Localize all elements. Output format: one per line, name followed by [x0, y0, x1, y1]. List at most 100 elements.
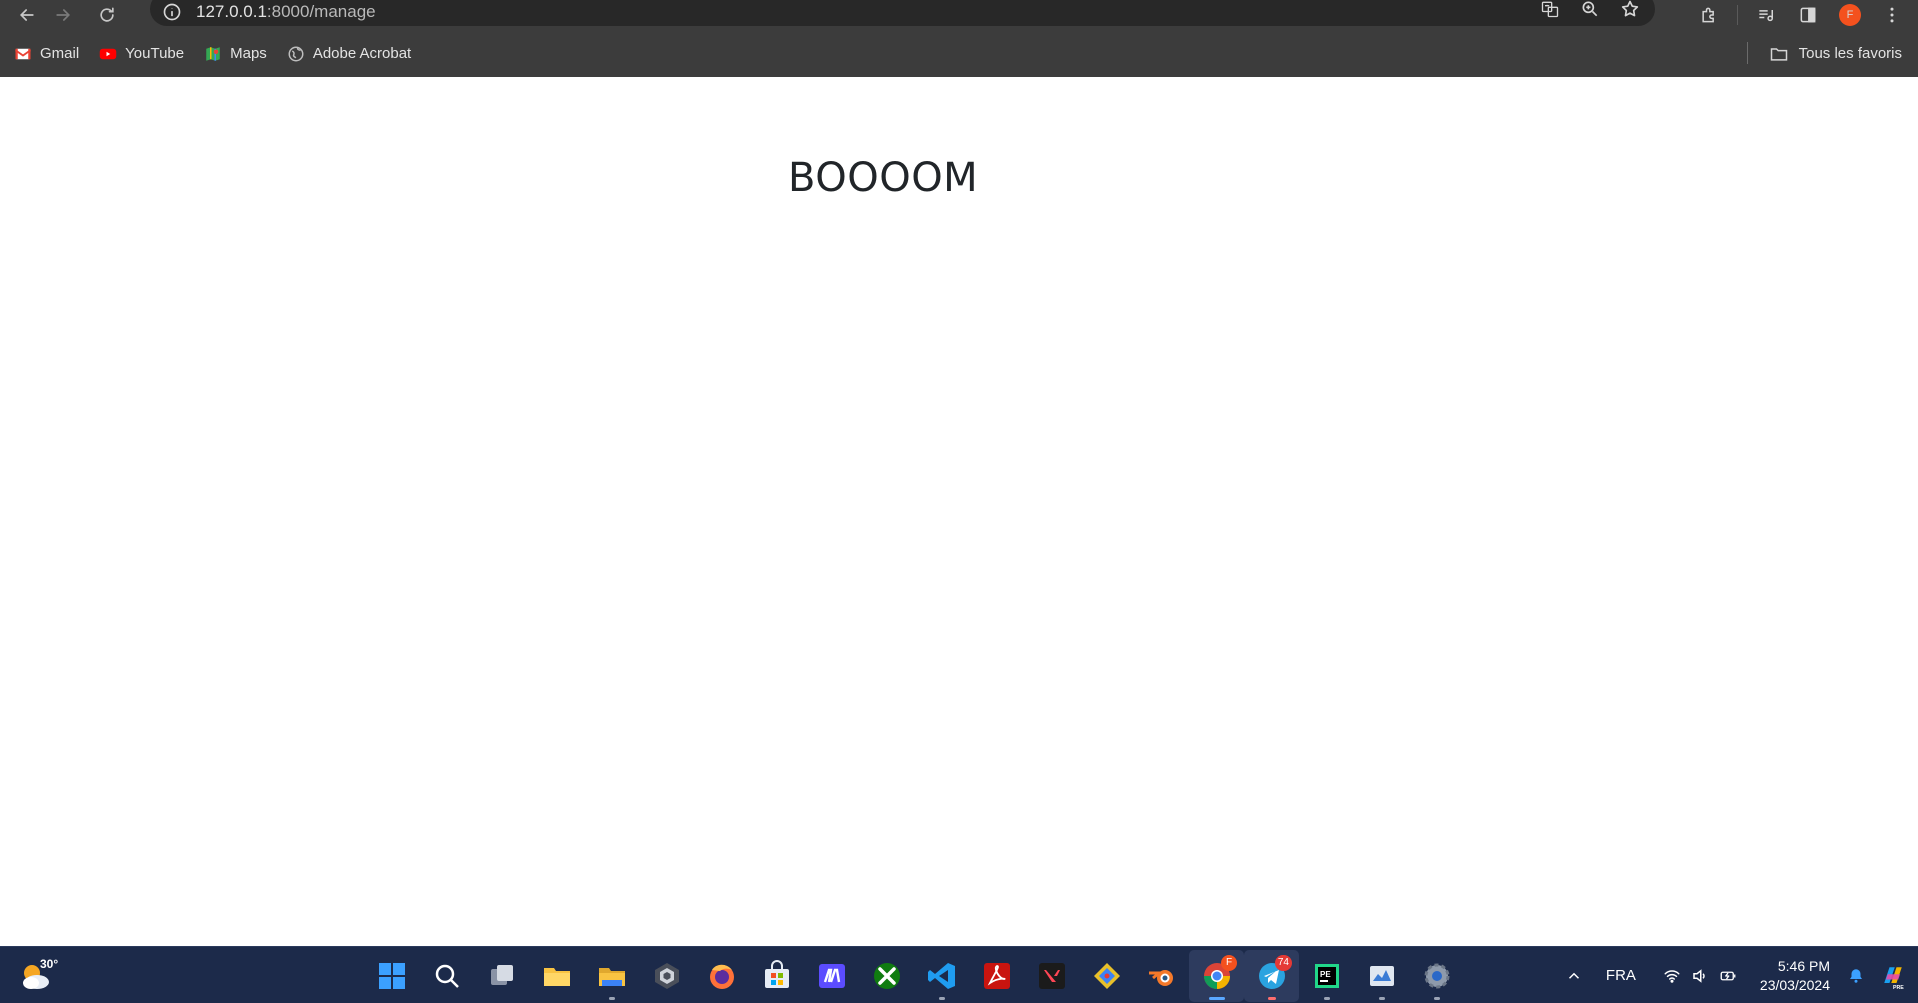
bookmark-adobe-acrobat[interactable]: Adobe Acrobat [287, 45, 411, 63]
folder-icon [598, 967, 625, 986]
weather-temperature: 30° [40, 957, 59, 971]
bookmark-label: Maps [230, 45, 267, 62]
media-icon [1759, 10, 1773, 22]
weather-widget[interactable]: 30° [18, 957, 58, 997]
taskbar-apps: F 74 PE [364, 947, 1464, 1003]
bell-icon [1850, 968, 1862, 983]
copilot-button[interactable]: PRE [1876, 962, 1910, 990]
bookmark-star-button[interactable] [1619, 0, 1641, 20]
settings-icon [1424, 963, 1449, 988]
side-panel-button[interactable] [1794, 1, 1822, 29]
xbox-icon [873, 962, 900, 989]
pycharm-icon: PE [1314, 963, 1339, 988]
system-tray: FRA 5:46 PM 23/03/2024 PRE [1560, 947, 1918, 1003]
taskbar-pycharm[interactable]: PE [1299, 950, 1354, 1002]
taskbar-start[interactable] [364, 950, 419, 1002]
star-icon [1621, 0, 1639, 17]
app-m-icon [818, 963, 845, 988]
page-title: BOOOOM [788, 155, 979, 201]
taskbar-task-manager[interactable] [1354, 950, 1409, 1002]
clock-time: 5:46 PM [1777, 957, 1830, 974]
clock[interactable]: 5:46 PM 23/03/2024 [1760, 957, 1830, 995]
youtube-icon [99, 48, 117, 59]
unity-icon [654, 962, 679, 989]
taskbar-vscode[interactable] [914, 950, 969, 1002]
windows-taskbar: 30° F 74 PE FRA 5:46 PM 23/03/2024 PRE [0, 946, 1918, 1003]
vscode-icon [927, 962, 955, 989]
taskbar-valorant[interactable] [1024, 950, 1079, 1002]
puzzle-icon [1702, 7, 1714, 23]
taskbar-settings[interactable] [1409, 950, 1464, 1002]
running-indicator [1323, 996, 1330, 1000]
taskbar-file-explorer[interactable] [529, 950, 584, 1002]
taskbar-git[interactable] [1079, 950, 1134, 1002]
browser-toolbar: 127.0.0.1:8000/manage F [0, 0, 1918, 30]
zoom-icon [1582, 1, 1598, 17]
taskbar-chrome[interactable]: F [1189, 949, 1244, 1002]
taskbar-app-m[interactable] [804, 950, 859, 1002]
task-manager-icon [1369, 965, 1394, 986]
language-indicator[interactable]: FRA [1606, 967, 1636, 984]
back-button[interactable] [12, 0, 42, 30]
taskbar-microsoft-store[interactable] [749, 950, 804, 1002]
microsoft-store-icon [764, 959, 789, 988]
running-indicator [938, 996, 945, 1000]
site-info-icon[interactable] [162, 2, 182, 22]
notification-badge: F [1221, 954, 1237, 971]
taskbar-xbox[interactable] [859, 950, 914, 1002]
gmail-icon [14, 48, 32, 59]
all-bookmarks-label: Tous les favoris [1798, 45, 1902, 62]
bookmark-youtube[interactable]: YouTube [99, 45, 184, 63]
battery-button[interactable] [1714, 962, 1742, 990]
windows-start-icon [378, 962, 405, 989]
folder-outline-icon [1770, 47, 1787, 61]
taskbar-firefox[interactable] [694, 950, 749, 1002]
bookmarks-bar: Gmail YouTube Maps Adobe Acrobat Tous le… [0, 30, 1918, 77]
file-explorer-icon [543, 967, 570, 986]
bookmark-label: Gmail [40, 45, 80, 62]
running-indicator [608, 996, 615, 1000]
all-bookmarks-button[interactable]: Tous les favoris [1746, 30, 1902, 77]
chevron-up-icon [1568, 972, 1579, 979]
url-text[interactable]: 127.0.0.1:8000/manage [196, 2, 376, 22]
zoom-button[interactable] [1579, 0, 1601, 20]
git-icon [1093, 962, 1120, 989]
wifi-icon [1664, 969, 1680, 983]
page-content: BOOOOM [0, 77, 1918, 946]
taskbar-unity[interactable] [639, 950, 694, 1002]
taskbar-blender[interactable] [1134, 950, 1189, 1002]
svg-text:PE: PE [1320, 970, 1331, 979]
avatar: F [1839, 4, 1861, 26]
profile-button[interactable]: F [1836, 1, 1864, 29]
notifications-button[interactable] [1842, 962, 1870, 990]
running-indicator [1208, 996, 1225, 1000]
extensions-button[interactable] [1695, 1, 1723, 29]
network-button[interactable] [1658, 962, 1686, 990]
valorant-icon [1038, 962, 1065, 989]
bookmark-maps[interactable]: Maps [204, 45, 267, 63]
search-icon [435, 964, 459, 988]
translate-icon [1541, 1, 1559, 18]
media-button[interactable] [1752, 1, 1780, 29]
bookmark-label: YouTube [125, 45, 185, 62]
bookmark-gmail[interactable]: Gmail [14, 45, 79, 63]
clock-date: 23/03/2024 [1759, 976, 1830, 993]
taskbar-acrobat[interactable] [969, 950, 1024, 1002]
taskbar-task-view[interactable] [474, 950, 529, 1002]
taskbar-folder[interactable] [584, 950, 639, 1002]
bookmark-label: Adobe Acrobat [312, 45, 412, 62]
show-hidden-icons-button[interactable] [1560, 962, 1588, 990]
forward-button[interactable] [48, 0, 78, 30]
kebab-menu-icon [1890, 7, 1894, 23]
taskbar-telegram[interactable]: 74 [1244, 949, 1299, 1002]
translate-button[interactable] [1539, 0, 1561, 20]
globe-icon [288, 46, 304, 61]
arrow-left-icon [19, 9, 34, 21]
chrome-menu-button[interactable] [1878, 1, 1906, 29]
reload-button[interactable] [92, 0, 122, 30]
address-bar[interactable]: 127.0.0.1:8000/manage [150, 0, 1655, 26]
svg-text:PRE: PRE [1893, 985, 1904, 990]
task-view-icon [490, 964, 513, 985]
volume-button[interactable] [1686, 962, 1714, 990]
taskbar-search[interactable] [419, 950, 474, 1002]
